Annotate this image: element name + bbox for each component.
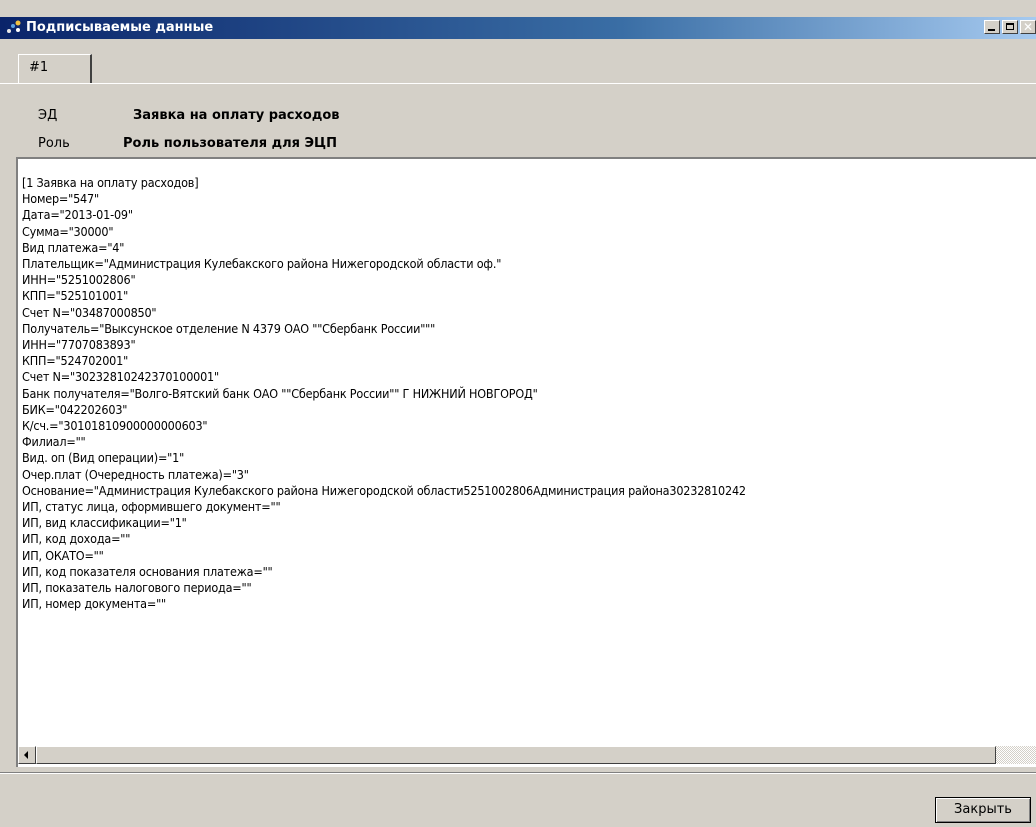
role-label: Роль [38,136,70,151]
maximize-icon [1006,23,1014,30]
data-line: ИП, показатель налогового периода="" [22,580,252,596]
scroll-left-arrow-icon[interactable] [18,746,36,764]
minimize-icon [988,29,995,31]
data-line: ИП, ОКАТО="" [22,547,104,563]
close-window-button[interactable]: ✕ [1020,20,1036,34]
data-line: ИНН="7707083893" [22,337,136,353]
data-line: Получатель="Выксунское отделение N 4379 … [22,320,436,336]
data-line: [1 Заявка на оплату расходов] [22,175,199,190]
data-line: Счет N="30232810242370100001" [22,369,219,385]
data-line: К/сч.="30101810900000000603" [22,418,208,434]
data-line: Счет N="03487000850" [22,304,157,320]
tab-1[interactable]: #1 [18,54,92,83]
data-line: Основание="Администрация Кулебакского ра… [22,482,746,498]
data-line: КПП="524702001" [22,353,129,369]
data-line: Банк получателя="Волго-Вятский банк ОАО … [22,385,538,401]
app-icon [7,20,21,33]
signed-data-textarea[interactable]: [1 Заявка на оплату расходов] Номер="547"… [16,157,1036,767]
data-line: Сумма="30000" [22,223,114,239]
tab-label: #1 [29,60,49,75]
role-value: Роль пользователя для ЭЦП [123,136,337,151]
data-line: Филиал="" [22,434,86,450]
data-line: ИП, вид классификации="1" [22,515,187,531]
data-line: Очер.плат (Очередность платежа)="3" [22,466,249,482]
window-controls: ✕ [982,20,1036,36]
title-bar[interactable]: Подписываемые данные ✕ [0,17,1036,39]
close-icon: ✕ [1023,20,1034,34]
ed-label: ЭД [38,108,58,123]
data-line: ИП, код дохода="" [22,531,131,547]
data-line: ИП, код показателя основания платежа="" [22,563,273,579]
data-line: Вид платежа="4" [22,239,125,255]
data-line: ИНН="5251002806" [22,272,136,288]
footer-divider [0,772,1036,774]
window-title: Подписываемые данные [26,20,214,35]
ed-value: Заявка на оплату расходов [133,108,340,123]
data-line: ИП, номер документа="" [22,596,167,612]
data-line: Дата="2013-01-09" [22,207,133,223]
data-line: КПП="525101001" [22,288,129,304]
scrollbar-thumb[interactable] [36,746,996,764]
signed-data-window: Подписываемые данные ✕ #1 ЭД Заявка на о… [0,0,1036,827]
close-button[interactable]: Закрыть [935,797,1031,823]
tab-strip [0,40,1036,84]
data-line: ИП, статус лица, оформившего документ="" [22,499,281,515]
data-line: Вид. оп (Вид операции)="1" [22,450,185,466]
horizontal-scrollbar[interactable] [18,746,1036,764]
data-lines: [1 Заявка на оплату расходов] Номер="547"… [22,175,746,612]
data-line: Номер="547" [22,191,99,207]
data-line: БИК="042202603" [22,401,128,417]
data-line: Плательщик="Администрация Кулебакского р… [22,256,502,272]
minimize-button[interactable] [984,20,1000,34]
maximize-button[interactable] [1002,20,1018,34]
